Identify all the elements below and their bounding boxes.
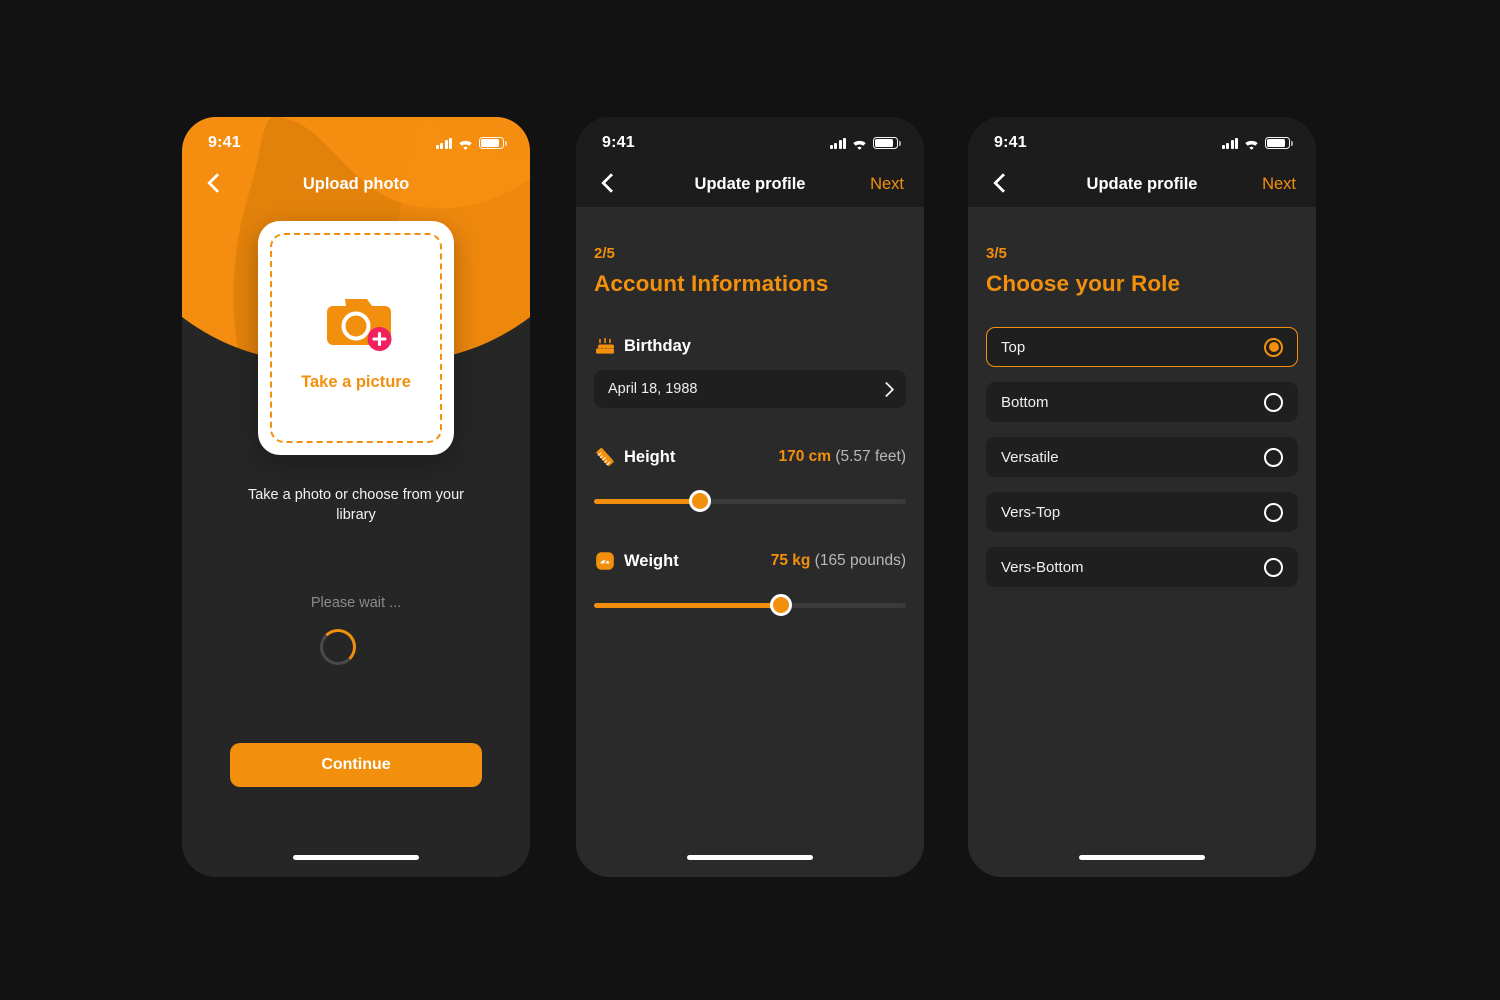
radio-button-selected-icon[interactable] [1264,337,1283,357]
weight-slider[interactable] [594,594,906,616]
height-field-header: Height 170 cm (5.57 feet) [594,446,906,468]
status-time: 9:41 [602,134,635,151]
cellular-signal-icon [829,137,846,149]
height-primary-value: 170 cm [778,448,832,465]
camera-icon [319,295,393,351]
phone-screen-account-informations: 9:41 Update profile Next 2/5 Account Inf… [576,117,924,877]
home-indicator[interactable] [293,855,419,860]
status-bar: 9:41 [182,117,530,161]
next-button[interactable]: Next [870,175,904,194]
take-picture-card[interactable]: Take a picture [258,221,454,455]
status-icons [435,137,507,150]
role-option-vers-bottom[interactable]: Vers-Bottom [986,547,1298,587]
continue-button[interactable]: Continue [230,743,482,787]
ruler-icon [594,446,616,468]
section-title: Account Informations [594,271,829,296]
birthday-value: April 18, 1988 [608,381,698,397]
wifi-icon [852,138,867,150]
back-button[interactable] [988,171,1014,197]
radio-button-icon[interactable] [1264,557,1283,577]
battery-icon [479,137,507,149]
step-indicator: 3/5 [986,245,1007,262]
radio-button-icon[interactable] [1264,392,1283,412]
status-bar: 9:41 [576,117,924,161]
slider-fill [594,603,782,608]
role-option-bottom[interactable]: Bottom [986,382,1298,422]
step-indicator: 2/5 [594,245,615,262]
birthday-cake-icon [594,335,616,357]
role-option-top[interactable]: Top [986,327,1298,367]
birthday-date-picker[interactable]: April 18, 1988 [594,370,906,408]
wifi-icon [1244,138,1259,150]
screenshot-canvas: 9:41 Upload photo Take a picture Take a … [0,0,1500,1000]
status-icons [829,137,901,150]
weight-secondary-value: (165 pounds) [814,552,906,569]
status-time: 9:41 [994,134,1027,151]
role-option-label: Versatile [1001,448,1059,466]
status-bar: 9:41 [968,117,1316,161]
height-label: Height [624,447,676,466]
weight-scale-icon [594,550,616,572]
role-option-label: Bottom [1001,393,1049,411]
battery-icon [1265,137,1293,149]
battery-icon [873,137,901,149]
slider-knob[interactable] [770,594,793,616]
screen-content: 3/5 Choose your Role Top Bottom Versatile V… [968,245,1316,587]
wifi-icon [458,138,473,150]
role-option-label: Vers-Top [1001,503,1061,521]
next-button[interactable]: Next [1262,175,1296,194]
role-option-label: Top [1001,338,1026,356]
loading-spinner-icon [320,629,356,665]
role-option-vers-top[interactable]: Vers-Top [986,492,1298,532]
height-secondary-value: (5.57 feet) [835,448,906,465]
take-picture-label: Take a picture [301,372,411,391]
screen-content: 2/5 Account Informations Birthday April … [576,245,924,616]
weight-label: Weight [624,551,679,570]
role-option-versatile[interactable]: Versatile [986,437,1298,477]
section-title: Choose your Role [986,271,1181,296]
status-icons [1221,137,1293,150]
height-value: 170 cm (5.57 feet) [778,448,906,466]
upload-caption: Take a photo or choose from your library [247,487,464,523]
radio-button-icon[interactable] [1264,447,1283,467]
navigation-bar: Upload photo [182,161,530,207]
slider-fill [594,499,701,504]
navigation-bar: Update profile Next [968,161,1316,207]
chevron-right-icon [878,381,895,397]
home-indicator[interactable] [1079,855,1205,860]
phone-screen-choose-role: 9:41 Update profile Next 3/5 Choose your… [968,117,1316,877]
weight-primary-value: 75 kg [770,552,811,569]
birthday-field-header: Birthday [594,335,906,357]
radio-button-icon[interactable] [1264,502,1283,522]
page-title: Upload photo [302,174,410,193]
back-button[interactable] [202,171,228,197]
role-option-label: Vers-Bottom [1001,558,1084,576]
weight-value: 75 kg (165 pounds) [771,552,906,570]
loading-text: Please wait ... [310,595,402,611]
role-option-list: Top Bottom Versatile Vers-Top Vers-Bottom [986,327,1298,587]
birthday-label: Birthday [624,336,691,355]
navigation-bar: Update profile Next [576,161,924,207]
status-time: 9:41 [208,134,241,151]
phone-screen-upload-photo: 9:41 Upload photo Take a picture Take a … [182,117,530,877]
height-slider[interactable] [594,490,906,512]
slider-knob[interactable] [689,490,712,512]
cellular-signal-icon [435,137,452,149]
weight-field-header: Weight 75 kg (165 pounds) [594,550,906,572]
back-button[interactable] [596,171,622,197]
cellular-signal-icon [1221,137,1238,149]
home-indicator[interactable] [687,855,813,860]
